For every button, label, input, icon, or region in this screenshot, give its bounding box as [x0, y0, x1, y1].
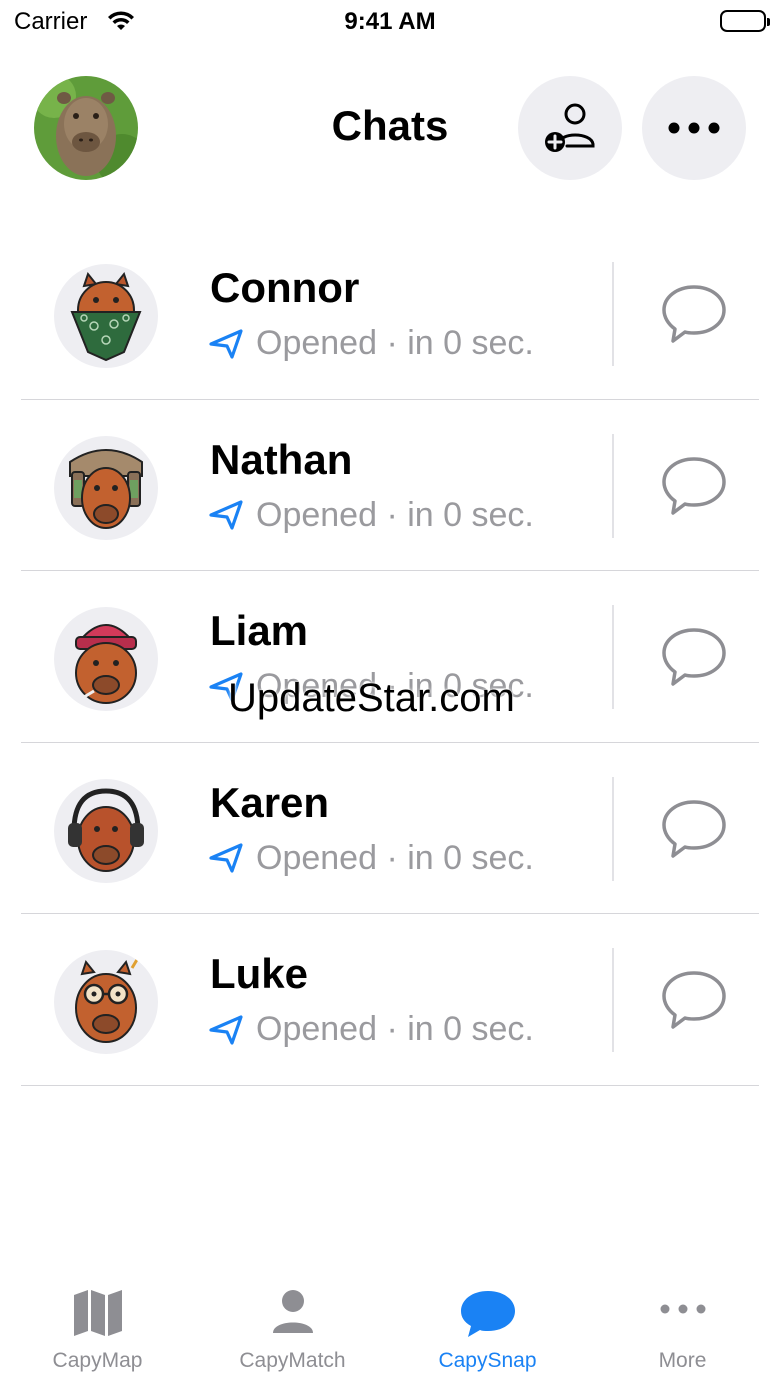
friend-status: Opened · in 0 sec.: [208, 839, 534, 878]
row-separator: [612, 948, 614, 1052]
sent-arrow-icon: [208, 1014, 244, 1046]
chat-bubble-icon: [662, 456, 726, 515]
friend-name: Liam: [210, 607, 309, 654]
battery-icon: [720, 10, 770, 32]
friend-name: Luke: [210, 950, 309, 997]
map-icon: [0, 1289, 195, 1337]
capybara-glasses-avatar: [75, 957, 140, 1043]
chat-row-karen[interactable]: Karen Opened · in 0 sec.: [0, 743, 780, 914]
status-text: Opened · in 0 sec.: [256, 324, 534, 362]
open-chat-button[interactable]: [660, 623, 728, 691]
tab-capymatch[interactable]: CapyMatch: [195, 1277, 390, 1387]
status-bar: Carrier 9:41 AM: [0, 0, 780, 44]
watermark: UpdateStar.com: [228, 676, 515, 720]
friend-avatar: [54, 435, 158, 540]
chat-row-connor[interactable]: Connor Opened · in 0 sec.: [0, 228, 780, 400]
header: Chats: [0, 72, 780, 184]
add-friend-button[interactable]: [518, 76, 622, 180]
chat-bubble-icon: [662, 971, 726, 1029]
sent-arrow-icon: [208, 499, 244, 531]
open-chat-button[interactable]: [660, 280, 728, 348]
ellipsis-icon: [668, 122, 720, 134]
open-chat-button[interactable]: [660, 795, 728, 863]
status-time: 9:41 AM: [344, 8, 436, 35]
status-text: Opened · in 0 sec.: [256, 1010, 534, 1048]
more-button[interactable]: [642, 76, 746, 180]
capybara-bandana-avatar: [70, 271, 142, 362]
tab-capysnap[interactable]: CapySnap: [390, 1277, 585, 1387]
friend-status: Opened · in 0 sec.: [208, 324, 534, 363]
friend-status: Opened · in 0 sec.: [208, 496, 534, 535]
row-separator: [612, 262, 614, 366]
person-add-icon: [545, 103, 595, 152]
row-separator: [612, 605, 614, 709]
capybara-beanie-avatar: [75, 624, 137, 704]
chat-bubble-icon: [662, 799, 726, 858]
row-separator: [612, 776, 614, 881]
sent-arrow-icon: [208, 842, 244, 874]
row-separator: [612, 433, 614, 538]
chat-bubble-icon: [662, 285, 726, 343]
sent-arrow-icon: [208, 328, 244, 360]
friend-avatar: [54, 607, 158, 711]
tab-bar: CapyMap CapyMatch CapySnap More: [0, 1277, 780, 1387]
friend-avatar: [54, 264, 158, 368]
chat-bubble-icon: [662, 628, 726, 686]
friend-name: Karen: [210, 778, 330, 826]
friend-name: Nathan: [210, 435, 353, 483]
open-chat-button[interactable]: [660, 966, 728, 1034]
status-text: Opened · in 0 sec.: [256, 838, 534, 877]
chat-list: Connor Opened · in 0 sec. Nathan Opened …: [0, 228, 780, 1086]
friend-status: Opened · in 0 sec.: [208, 1010, 534, 1049]
capybara-ushanka-avatar: [69, 448, 143, 529]
chat-row-luke[interactable]: Luke Opened · in 0 sec.: [0, 914, 780, 1086]
person-icon: [195, 1289, 390, 1335]
ellipsis-icon: [585, 1289, 780, 1329]
tab-capymap[interactable]: CapyMap: [0, 1277, 195, 1387]
open-chat-button[interactable]: [660, 452, 728, 520]
friend-name: Connor: [210, 264, 360, 311]
tab-label: CapyMatch: [239, 1349, 346, 1372]
tab-more[interactable]: More: [585, 1277, 780, 1387]
friend-avatar: [54, 950, 158, 1054]
friend-avatar: [54, 778, 158, 883]
tab-label: CapyMap: [52, 1349, 143, 1372]
chat-bubble-icon: [390, 1289, 585, 1339]
capybara-headphones-avatar: [68, 787, 144, 872]
tab-label: CapySnap: [438, 1349, 537, 1372]
tab-label: More: [658, 1349, 707, 1372]
row-divider: [21, 1084, 759, 1086]
chat-row-nathan[interactable]: Nathan Opened · in 0 sec.: [0, 400, 780, 571]
status-text: Opened · in 0 sec.: [256, 495, 534, 534]
